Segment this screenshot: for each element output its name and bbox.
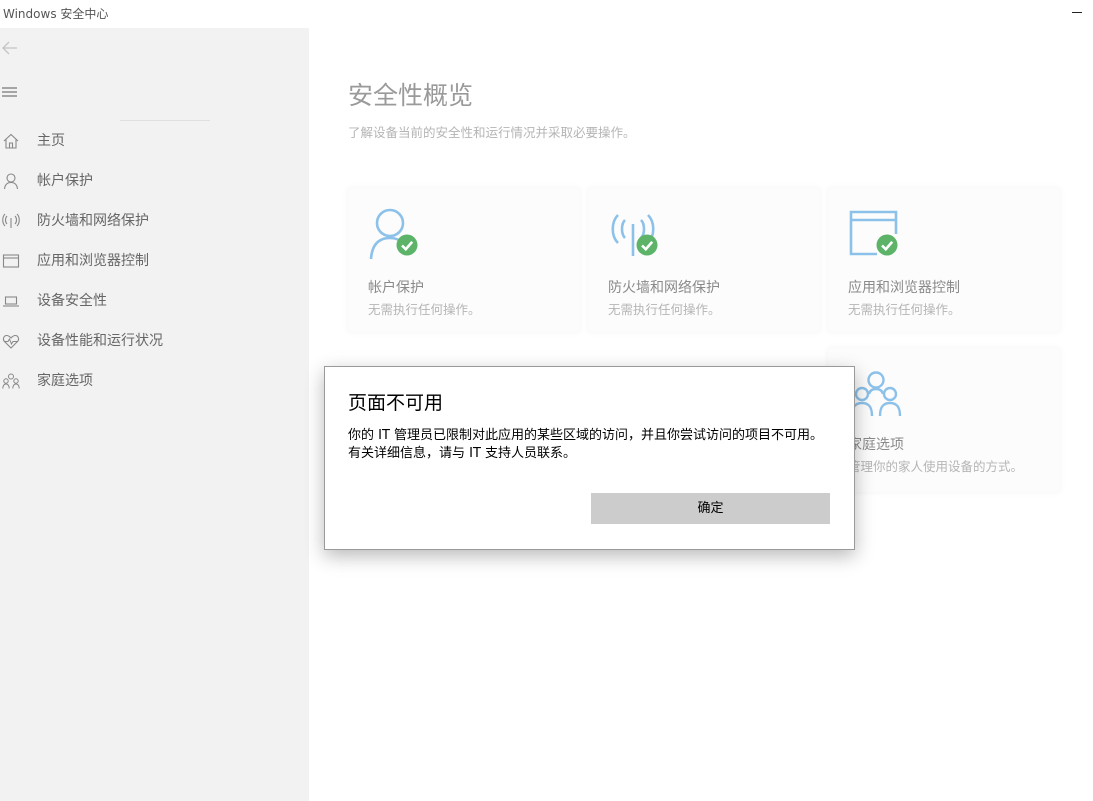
minimize-button[interactable] <box>1071 6 1083 18</box>
sidebar-item-label: 防火墙和网络保护 <box>37 213 149 229</box>
sidebar-item-label: 应用和浏览器控制 <box>37 253 149 269</box>
page-unavailable-dialog: 页面不可用 你的 IT 管理员已限制对此应用的某些区域的访问，并且你尝试访问的项… <box>324 366 855 550</box>
tile-title: 应用和浏览器控制 <box>848 280 960 296</box>
sidebar-item-label: 家庭选项 <box>37 373 93 389</box>
tile-title: 帐户保护 <box>368 280 424 296</box>
sidebar-item-app-browser-control[interactable]: 应用和浏览器控制 <box>0 244 309 278</box>
tile-family-options[interactable]: 家庭选项 管理你的家人使用设备的方式。 <box>828 348 1060 492</box>
person-icon <box>3 173 19 190</box>
laptop-icon <box>3 296 19 307</box>
tile-firewall[interactable]: 防火墙和网络保护 无需执行任何操作。 <box>588 188 820 332</box>
sidebar-item-home[interactable]: 主页 <box>0 124 309 158</box>
tile-status: 无需执行任何操作。 <box>848 302 961 317</box>
app-window-check-icon <box>849 210 898 256</box>
tile-title: 家庭选项 <box>848 437 904 453</box>
person-check-icon <box>369 208 418 260</box>
sidebar-item-firewall[interactable]: 防火墙和网络保护 <box>0 204 309 238</box>
tile-status: 管理你的家人使用设备的方式。 <box>848 459 1024 474</box>
menu-button[interactable] <box>0 80 20 104</box>
sidebar-item-label: 设备安全性 <box>37 293 107 309</box>
sidebar-item-label: 设备性能和运行状况 <box>37 333 163 349</box>
page-subtitle: 了解设备当前的安全性和运行情况并采取必要操作。 <box>348 125 636 140</box>
ok-button[interactable]: 确定 <box>591 493 830 524</box>
home-icon <box>3 133 19 149</box>
back-arrow-icon <box>2 41 17 55</box>
heart-icon <box>2 334 20 349</box>
title-bar: Windows 安全中心 <box>0 0 1093 28</box>
sidebar-item-family-options[interactable]: 家庭选项 <box>0 364 309 398</box>
dialog-message: 你的 IT 管理员已限制对此应用的某些区域的访问，并且你尝试访问的项目不可用。有… <box>348 428 824 461</box>
sidebar-item-label: 主页 <box>37 133 65 149</box>
window-title: Windows 安全中心 <box>3 7 109 21</box>
app-window-icon <box>2 254 20 268</box>
back-button[interactable] <box>0 36 20 60</box>
tile-title: 防火墙和网络保护 <box>608 280 720 296</box>
wireless-icon <box>2 213 20 228</box>
sidebar-item-device-security[interactable]: 设备安全性 <box>0 284 309 318</box>
tile-account-protection[interactable]: 帐户保护 无需执行任何操作。 <box>348 188 580 332</box>
sidebar-item-device-performance[interactable]: 设备性能和运行状况 <box>0 324 309 358</box>
wireless-check-icon <box>611 214 658 256</box>
page-title: 安全性概览 <box>348 81 474 110</box>
tile-status: 无需执行任何操作。 <box>608 302 721 317</box>
hamburger-icon <box>2 87 17 97</box>
tile-status: 无需执行任何操作。 <box>368 302 481 317</box>
sidebar-item-label: 帐户保护 <box>37 173 93 189</box>
dialog-title: 页面不可用 <box>348 392 444 414</box>
tile-app-browser-control[interactable]: 应用和浏览器控制 无需执行任何操作。 <box>828 188 1060 332</box>
family-icon <box>2 373 20 389</box>
sidebar-item-account-protection[interactable]: 帐户保护 <box>0 164 309 198</box>
sidebar: 主页 帐户保护 防火墙和网络保护 应用和浏览器控制 设备安全性 设备性能和运行状… <box>0 28 309 801</box>
sidebar-divider <box>120 120 210 121</box>
family-icon <box>850 371 902 417</box>
